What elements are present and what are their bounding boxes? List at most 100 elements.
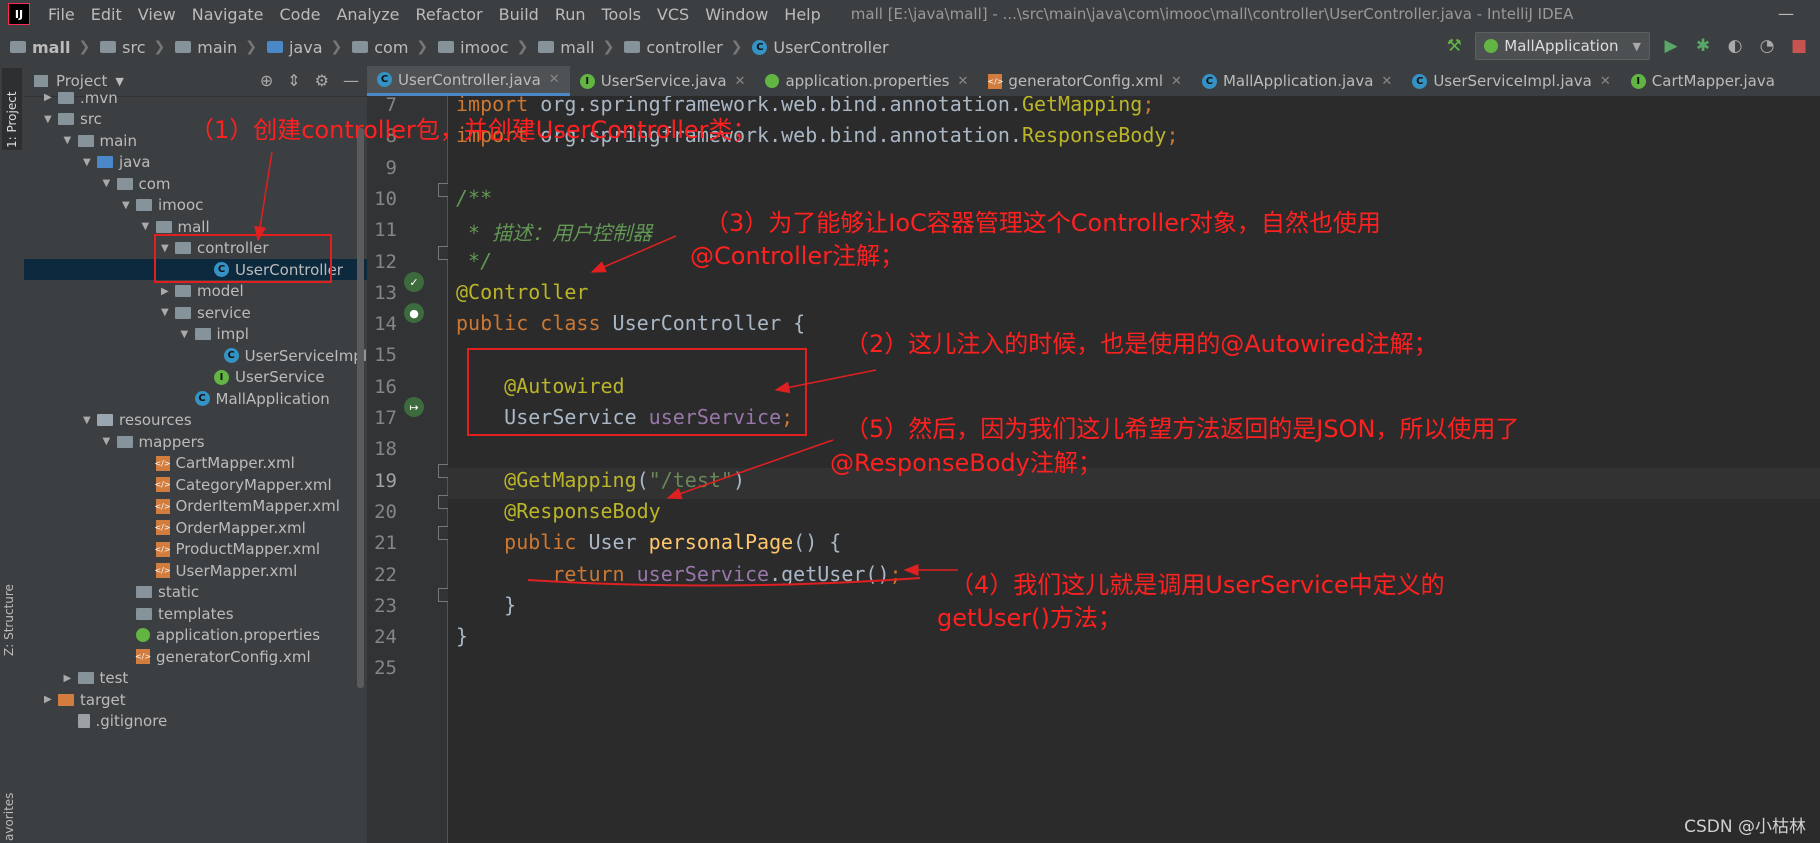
tree-row[interactable]: ▼ service	[24, 302, 367, 323]
profile-icon[interactable]: ◔	[1756, 36, 1778, 56]
coverage-icon[interactable]: ◐	[1724, 36, 1746, 56]
editor-tab[interactable]: </> generatorConfig.xml ✕	[978, 66, 1192, 96]
expanded-arrow-icon[interactable]: ▼	[44, 114, 58, 125]
minimize-button[interactable]: —	[1778, 4, 1794, 23]
editor-tab[interactable]: I UserService.java ✕	[570, 66, 756, 96]
highlight-box-autowired	[467, 348, 807, 436]
expanded-arrow-icon[interactable]: ▼	[161, 307, 175, 318]
close-tab-icon[interactable]: ✕	[1381, 74, 1392, 89]
editor-tab[interactable]: C MallApplication.java ✕	[1192, 66, 1402, 96]
debug-icon[interactable]: ✱	[1692, 36, 1714, 56]
menu-run[interactable]: Run	[547, 5, 594, 24]
menu-vcs[interactable]: VCS	[649, 5, 697, 24]
run-config-select[interactable]: MallApplication ▼	[1475, 32, 1650, 60]
breadcrumb-com[interactable]: com ❯	[342, 38, 428, 57]
tree-row[interactable]: ▼ com	[24, 173, 367, 194]
close-tab-icon[interactable]: ✕	[549, 72, 560, 87]
tree-row[interactable]: application.properties	[24, 625, 367, 646]
run-icon[interactable]: ▶	[1660, 36, 1682, 56]
tree-row[interactable]: </> generatorConfig.xml	[24, 646, 367, 667]
menu-build[interactable]: Build	[491, 5, 547, 24]
tree-scrollbar[interactable]	[357, 128, 364, 688]
menu-code[interactable]: Code	[272, 5, 329, 24]
annotation-2: （2）这儿注入的时候，也是使用的@Autowired注解；	[845, 330, 1438, 358]
editor-tab[interactable]: C UserServiceImpl.java ✕	[1402, 66, 1620, 96]
autowired-navigate-icon[interactable]: ↦	[404, 397, 424, 417]
chevron-down-icon[interactable]: ▼	[115, 75, 123, 88]
close-tab-icon[interactable]: ✕	[1600, 74, 1611, 89]
breadcrumb-main[interactable]: main ❯	[165, 38, 257, 57]
editor-gutter: ✓ ● ↦ 💡 78910111213141516171819202122232…	[367, 94, 482, 843]
tree-row[interactable]: ▶ model	[24, 281, 367, 302]
collapsed-arrow-icon[interactable]: ▶	[44, 694, 58, 705]
spring-class-icon[interactable]: ●	[404, 303, 424, 323]
tree-row[interactable]: static	[24, 582, 367, 603]
tree-row[interactable]: ▶ target	[24, 689, 367, 710]
close-tab-icon[interactable]: ✕	[958, 74, 969, 89]
breadcrumb-imooc[interactable]: imooc ❯	[428, 38, 528, 57]
breadcrumb-mall[interactable]: mall ❯	[528, 38, 614, 57]
tree-row[interactable]: ▼ resources	[24, 410, 367, 431]
tree-row[interactable]: C MallApplication	[24, 388, 367, 409]
breadcrumb-controller[interactable]: controller ❯	[614, 38, 742, 57]
expanded-arrow-icon[interactable]: ▼	[83, 157, 97, 168]
collapsed-arrow-icon[interactable]: ▶	[64, 673, 78, 684]
expanded-arrow-icon[interactable]: ▼	[103, 178, 117, 189]
tree-row[interactable]: </> OrderMapper.xml	[24, 517, 367, 538]
tree-row[interactable]: .gitignore	[24, 711, 367, 732]
tree-row[interactable]: I UserService	[24, 367, 367, 388]
collapsed-arrow-icon[interactable]: ▶	[44, 92, 58, 103]
class-icon: C	[377, 72, 392, 87]
menu-analyze[interactable]: Analyze	[328, 5, 407, 24]
line-number: 18	[374, 438, 397, 461]
close-tab-icon[interactable]: ✕	[735, 74, 746, 89]
tree-row[interactable]: ▼ impl	[24, 324, 367, 345]
hammer-icon[interactable]: ⚒	[1443, 36, 1465, 56]
chevron-right-icon: ❯	[730, 39, 743, 55]
code-token: personalPage	[648, 530, 794, 555]
project-tool-tab[interactable]: 1: Project	[2, 68, 22, 150]
expanded-arrow-icon[interactable]: ▼	[83, 415, 97, 426]
menu-refactor[interactable]: Refactor	[408, 5, 491, 24]
code-token: GetMapping	[1021, 96, 1143, 116]
tree-row[interactable]: </> CategoryMapper.xml	[24, 474, 367, 495]
structure-tool-tab[interactable]: Z: Structure	[2, 576, 16, 656]
breadcrumb-class[interactable]: C UserController	[742, 38, 889, 57]
expanded-arrow-icon[interactable]: ▼	[122, 200, 136, 211]
code-line: @GetMapping("/test")	[456, 468, 745, 499]
expanded-arrow-icon[interactable]: ▼	[142, 221, 156, 232]
favorites-tool-tab[interactable]: avorites	[2, 771, 16, 841]
editor-tab[interactable]: application.properties ✕	[755, 66, 978, 96]
editor-tab[interactable]: I CartMapper.java	[1621, 66, 1785, 96]
tree-item-label: CategoryMapper.xml	[175, 475, 332, 494]
tree-row[interactable]: ▶ .mvn	[24, 87, 367, 108]
collapsed-arrow-icon[interactable]: ▶	[161, 286, 175, 297]
editor-tab[interactable]: C UserController.java ✕	[367, 66, 570, 96]
menu-file[interactable]: File	[40, 5, 83, 24]
menu-navigate[interactable]: Navigate	[184, 5, 272, 24]
expanded-arrow-icon[interactable]: ▼	[181, 329, 195, 340]
tree-row[interactable]: templates	[24, 603, 367, 624]
close-tab-icon[interactable]: ✕	[1171, 74, 1182, 89]
tree-row[interactable]: </> UserMapper.xml	[24, 560, 367, 581]
breadcrumb-mall-root[interactable]: mall ❯	[0, 38, 90, 57]
menu-view[interactable]: View	[130, 5, 184, 24]
menu-help[interactable]: Help	[776, 5, 828, 24]
menu-edit[interactable]: Edit	[83, 5, 130, 24]
expanded-arrow-icon[interactable]: ▼	[64, 135, 78, 146]
tree-row[interactable]: C UserServiceImpl	[24, 345, 367, 366]
menu-window[interactable]: Window	[697, 5, 776, 24]
tree-row[interactable]: </> ProductMapper.xml	[24, 539, 367, 560]
tree-row[interactable]: </> OrderItemMapper.xml	[24, 496, 367, 517]
tree-row[interactable]: ▼ imooc	[24, 195, 367, 216]
tree-row[interactable]: ▶ test	[24, 668, 367, 689]
stop-icon[interactable]: ■	[1788, 36, 1810, 56]
breadcrumb-src[interactable]: src ❯	[90, 38, 165, 57]
menu-tools[interactable]: Tools	[594, 5, 649, 24]
tree-row[interactable]: </> CartMapper.xml	[24, 453, 367, 474]
tree-row[interactable]: ▼ mappers	[24, 431, 367, 452]
spring-bean-icon[interactable]: ✓	[404, 272, 424, 292]
expanded-arrow-icon[interactable]: ▼	[103, 436, 117, 447]
breadcrumb-java[interactable]: java ❯	[257, 38, 342, 57]
tree-row[interactable]: ▼ java	[24, 152, 367, 173]
